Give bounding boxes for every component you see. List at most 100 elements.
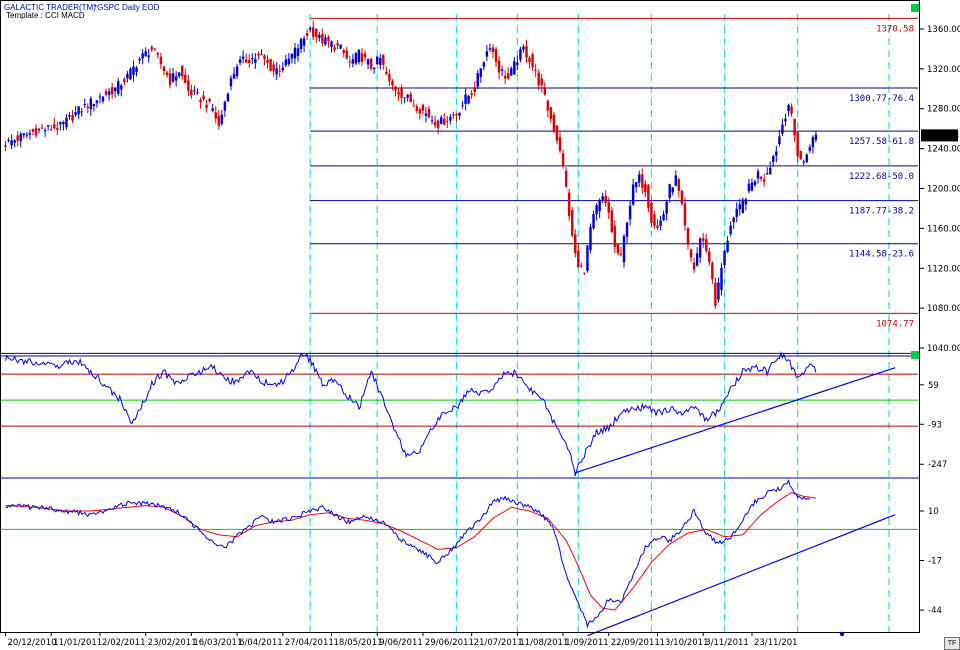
candle-body <box>546 100 550 111</box>
candle-body <box>336 43 339 46</box>
candle-body <box>784 118 787 122</box>
macd-tick-label: -44 <box>928 606 942 616</box>
candle-body <box>95 100 99 104</box>
candle-body <box>327 37 330 42</box>
candle-body <box>586 245 589 271</box>
candle-body <box>117 81 120 94</box>
candle-body <box>537 72 540 86</box>
candle-body <box>238 59 242 63</box>
candle-body <box>601 196 604 201</box>
candle-body <box>616 243 620 254</box>
candle-body <box>647 184 650 208</box>
candle-body <box>150 47 153 50</box>
candle-body <box>101 96 105 102</box>
candle-body <box>89 98 93 110</box>
candle-body <box>153 48 157 50</box>
date-label: 3/11/2011 <box>705 638 749 648</box>
candle-body <box>37 129 41 131</box>
candle-body <box>226 93 230 102</box>
date-label: 23/02/2011 <box>148 638 197 648</box>
date-label: 18/05/2011 <box>334 638 383 648</box>
candle-body <box>589 227 592 251</box>
candle-body <box>580 265 583 267</box>
candle-body <box>296 48 300 56</box>
candle-body <box>208 98 211 102</box>
candle-body <box>485 51 489 57</box>
candle-body <box>619 253 623 255</box>
candle-body <box>433 121 437 126</box>
fib-level-label: 1187.77-38.2 <box>849 207 914 217</box>
candle-body <box>214 112 217 119</box>
candle-body <box>808 147 812 151</box>
candle-body <box>342 50 345 54</box>
tf-button[interactable]: TF <box>944 637 960 650</box>
candle-body <box>510 68 513 76</box>
candle-body <box>671 187 674 193</box>
candle-body <box>775 151 778 156</box>
candle-body <box>769 167 772 175</box>
candle-body <box>129 68 132 80</box>
candle-body <box>400 87 403 98</box>
candle-body <box>104 91 108 95</box>
candle-body <box>135 67 138 73</box>
candle-body <box>312 27 315 37</box>
candle-body <box>753 181 757 185</box>
candle-body <box>665 201 668 214</box>
candle-body <box>683 203 687 226</box>
date-label: 23/11/201 <box>754 638 798 648</box>
candle-body <box>251 58 254 60</box>
corner-marker <box>911 351 919 359</box>
candle-body <box>449 116 452 121</box>
candle-body <box>787 105 790 112</box>
candle-body <box>25 134 29 136</box>
candle-body <box>750 182 754 191</box>
candle-body <box>409 93 412 103</box>
fib-level-label: 1300.77-76.4 <box>849 94 914 104</box>
candle-body <box>375 56 379 65</box>
candle-body <box>604 196 607 203</box>
candle-body <box>790 106 793 114</box>
candle-body <box>211 108 214 111</box>
candle-body <box>181 66 184 77</box>
candle-body <box>248 60 251 63</box>
candle-body <box>634 182 638 188</box>
candle-body <box>40 127 44 129</box>
candle-body <box>708 251 711 263</box>
candle-body <box>482 62 486 67</box>
candle-body <box>330 41 333 47</box>
candle-body <box>28 133 32 135</box>
candle-body <box>113 87 117 92</box>
date-label: 20/12/2010 <box>8 638 57 648</box>
macd-tick-label: -17 <box>928 557 942 567</box>
candle-body <box>747 183 751 192</box>
date-label: 29/06/2011 <box>425 638 474 648</box>
fib-level-label: 1370.58 <box>876 24 914 34</box>
candle-body <box>814 134 818 140</box>
candle-body <box>366 59 370 65</box>
candle-body <box>622 236 626 263</box>
candle-body <box>339 44 342 49</box>
candle-body <box>22 133 26 136</box>
candle-body <box>406 94 409 98</box>
tf-button-label: TF <box>947 640 957 647</box>
candle-body <box>796 131 799 157</box>
candle-body <box>348 61 352 63</box>
candle-body <box>190 89 193 95</box>
candle-body <box>290 53 294 59</box>
candle-body <box>159 56 163 65</box>
candle-body <box>171 73 175 82</box>
candle-body <box>263 55 266 60</box>
price-tick-label: 1080.00 <box>927 304 960 314</box>
candle-body <box>470 93 473 95</box>
candle-body <box>269 58 272 72</box>
date-label: 16/03/2011 <box>193 638 242 648</box>
candle-body <box>302 38 306 46</box>
candle-body <box>762 179 766 182</box>
candle-body <box>156 52 160 55</box>
candle-body <box>287 58 291 65</box>
candle-body <box>455 114 458 116</box>
candle-body <box>464 94 467 105</box>
candle-body <box>738 204 741 210</box>
candle-body <box>68 115 71 117</box>
candle-body <box>513 61 516 75</box>
